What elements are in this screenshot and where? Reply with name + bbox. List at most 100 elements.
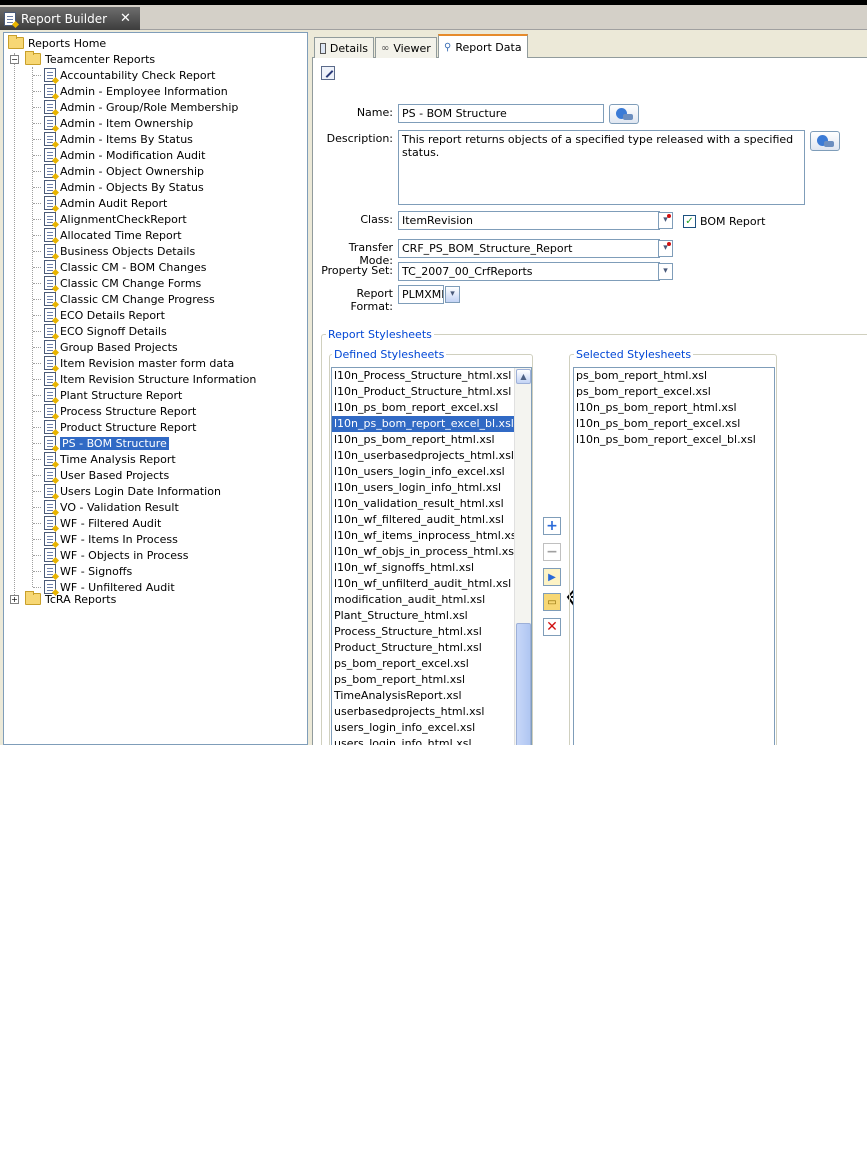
list-item[interactable]: Product_Structure_html.xsl xyxy=(332,640,514,656)
delete-stylesheet-button[interactable]: ✕ xyxy=(543,618,561,636)
bom-report-checkbox[interactable]: ✓ xyxy=(683,215,696,228)
expand-icon[interactable]: + xyxy=(10,594,19,604)
tree-item[interactable]: Plant Structure Report xyxy=(33,387,182,403)
list-item[interactable]: Plant_Structure_html.xsl xyxy=(332,608,514,624)
tree-item[interactable]: Group Based Projects xyxy=(33,339,178,355)
description-field[interactable]: This report returns objects of a specifi… xyxy=(398,130,805,205)
tree-item[interactable]: Item Revision Structure Information xyxy=(33,371,256,387)
property-set-dropdown-icon[interactable]: ▾ xyxy=(658,263,673,280)
name-localize-icon[interactable] xyxy=(609,104,639,124)
list-item[interactable]: l10n_ps_bom_report_excel.xsl xyxy=(574,416,774,432)
list-item[interactable]: l10n_users_login_info_excel.xsl xyxy=(332,464,514,480)
report-icon xyxy=(44,100,56,114)
tree-item[interactable]: Time Analysis Report xyxy=(33,451,176,467)
list-item[interactable]: Process_Structure_html.xsl xyxy=(332,624,514,640)
description-localize-icon[interactable] xyxy=(810,131,840,151)
tree-item[interactable]: WF - Objects in Process xyxy=(33,547,188,563)
tree-item[interactable]: Classic CM - BOM Changes xyxy=(33,259,207,275)
tree-item[interactable]: Admin - Employee Information xyxy=(33,83,228,99)
tree-item[interactable]: VO - Validation Result xyxy=(33,499,179,515)
report-format-select[interactable]: PLMXML xyxy=(398,285,444,304)
tree-item[interactable]: Product Structure Report xyxy=(33,419,196,435)
tree-item[interactable]: Allocated Time Report xyxy=(33,227,182,243)
scroll-up-icon[interactable]: ▲ xyxy=(516,369,531,384)
list-item[interactable]: l10n_wf_signoffs_html.xsl xyxy=(332,560,514,576)
list-item[interactable]: l10n_ps_bom_report_excel.xsl xyxy=(332,400,514,416)
tree-item[interactable]: Accountability Check Report xyxy=(33,67,215,83)
tree-item[interactable]: WF - Items In Process xyxy=(33,531,178,547)
list-item[interactable]: l10n_Process_Structure_html.xsl xyxy=(332,368,514,384)
tree-item[interactable]: Admin - Item Ownership xyxy=(33,115,193,131)
list-item[interactable]: users_login_info_html.xsl xyxy=(332,736,514,745)
class-field[interactable]: ItemRevision xyxy=(398,211,660,230)
remove-stylesheet-button[interactable]: − xyxy=(543,543,561,561)
scroll-thumb[interactable] xyxy=(516,623,531,745)
tree-item[interactable]: Admin - Items By Status xyxy=(33,131,193,147)
class-chooser-icon[interactable]: ▾ xyxy=(658,212,673,229)
report-icon xyxy=(44,516,56,530)
tree-node-reports-home[interactable]: Reports Home xyxy=(8,35,106,51)
collapse-icon[interactable]: − xyxy=(10,54,19,64)
property-set-field[interactable]: TC_2007_00_CrfReports xyxy=(398,262,660,281)
list-item[interactable]: l10n_wf_unfilterd_audit_html.xsl xyxy=(332,576,514,592)
list-item[interactable]: ps_bom_report_excel.xsl xyxy=(574,384,774,400)
list-item[interactable]: l10n_wf_objs_in_process_html.xsl xyxy=(332,544,517,560)
list-item[interactable]: l10n_users_login_info_html.xsl xyxy=(332,480,514,496)
tab-details[interactable]: Details xyxy=(314,37,374,58)
tree-item[interactable]: Admin - Modification Audit xyxy=(33,147,205,163)
list-item[interactable]: ps_bom_report_html.xsl xyxy=(332,672,514,688)
selected-stylesheets-list[interactable]: ps_bom_report_html.xsl ps_bom_report_exce… xyxy=(573,367,775,745)
tree-item[interactable]: Admin Audit Report xyxy=(33,195,167,211)
tree-item[interactable]: PS - BOM Structure xyxy=(33,435,169,451)
tree-item[interactable]: AlignmentCheckReport xyxy=(33,211,187,227)
tab-viewer[interactable]: ∞ Viewer xyxy=(375,37,437,58)
list-item[interactable]: l10n_validation_result_html.xsl xyxy=(332,496,514,512)
name-field[interactable]: PS - BOM Structure xyxy=(398,104,604,123)
list-item[interactable]: l10n_wf_items_inprocess_html.xsl xyxy=(332,528,520,544)
tree-item[interactable]: User Based Projects xyxy=(33,467,169,483)
list-item[interactable]: l10n_ps_bom_report_excel_bl.xsl xyxy=(332,416,514,432)
list-item[interactable]: l10n_ps_bom_report_html.xsl xyxy=(574,400,774,416)
tree-node-tcra-reports[interactable]: + TcRA Reports xyxy=(10,591,116,607)
list-item[interactable]: l10n_ps_bom_report_html.xsl xyxy=(332,432,514,448)
list-item[interactable]: modification_audit_html.xsl xyxy=(332,592,514,608)
tab-strip: Details ∞ Viewer ⚲ Report Data xyxy=(312,34,867,59)
tree-item[interactable]: Process Structure Report xyxy=(33,403,196,419)
list-item[interactable]: l10n_wf_filtered_audit_html.xsl xyxy=(332,512,514,528)
import-stylesheet-button[interactable]: ▶ xyxy=(543,568,561,586)
tree-item[interactable]: Admin - Object Ownership xyxy=(33,163,204,179)
edit-icon[interactable] xyxy=(321,66,335,80)
close-icon[interactable]: ✕ xyxy=(120,11,131,26)
defined-stylesheets-list[interactable]: l10n_Process_Structure_html.xsl l10n_Prod… xyxy=(331,367,532,745)
tree-item[interactable]: Item Revision master form data xyxy=(33,355,234,371)
tree-item[interactable]: Classic CM Change Progress xyxy=(33,291,215,307)
list-item[interactable]: ps_bom_report_html.xsl xyxy=(574,368,774,384)
tree-item[interactable]: ECO Details Report xyxy=(33,307,165,323)
defined-stylesheets-scrollbar[interactable]: ▲ xyxy=(514,368,531,745)
open-stylesheet-button[interactable]: ▭ xyxy=(543,593,561,611)
tree-item[interactable]: Admin - Objects By Status xyxy=(33,179,204,195)
list-item[interactable]: TimeAnalysisReport.xsl xyxy=(332,688,514,704)
tree-item[interactable]: ECO Signoff Details xyxy=(33,323,167,339)
transfer-mode-field[interactable]: CRF_PS_BOM_Structure_Report xyxy=(398,239,660,258)
list-item[interactable]: l10n_Product_Structure_html.xsl xyxy=(332,384,514,400)
tree-item[interactable]: Admin - Group/Role Membership xyxy=(33,99,238,115)
tree-item[interactable]: Business Objects Details xyxy=(33,243,195,259)
tree-item[interactable]: WF - Filtered Audit xyxy=(33,515,161,531)
tree-node-teamcenter-reports[interactable]: − Teamcenter Reports xyxy=(10,51,155,67)
add-stylesheet-button[interactable]: + xyxy=(543,517,561,535)
tree-item[interactable]: WF - Signoffs xyxy=(33,563,132,579)
tab-report-data[interactable]: ⚲ Report Data xyxy=(438,34,528,59)
list-item[interactable]: l10n_ps_bom_report_excel_bl.xsl xyxy=(574,432,774,448)
list-item[interactable]: ps_bom_report_excel.xsl xyxy=(332,656,514,672)
list-item[interactable]: l10n_userbasedprojects_html.xsl xyxy=(332,448,514,464)
report-icon xyxy=(44,196,56,210)
list-item[interactable]: users_login_info_excel.xsl xyxy=(332,720,514,736)
tree-item[interactable]: Classic CM Change Forms xyxy=(33,275,201,291)
list-item[interactable]: userbasedprojects_html.xsl xyxy=(332,704,514,720)
report-icon xyxy=(44,468,56,482)
tree-item[interactable]: Users Login Date Information xyxy=(33,483,221,499)
transfer-mode-chooser-icon[interactable]: ▾ xyxy=(658,240,673,257)
report-builder-tab[interactable]: Report Builder ✕ xyxy=(0,7,140,30)
report-format-dropdown-icon[interactable]: ▾ xyxy=(445,286,460,303)
